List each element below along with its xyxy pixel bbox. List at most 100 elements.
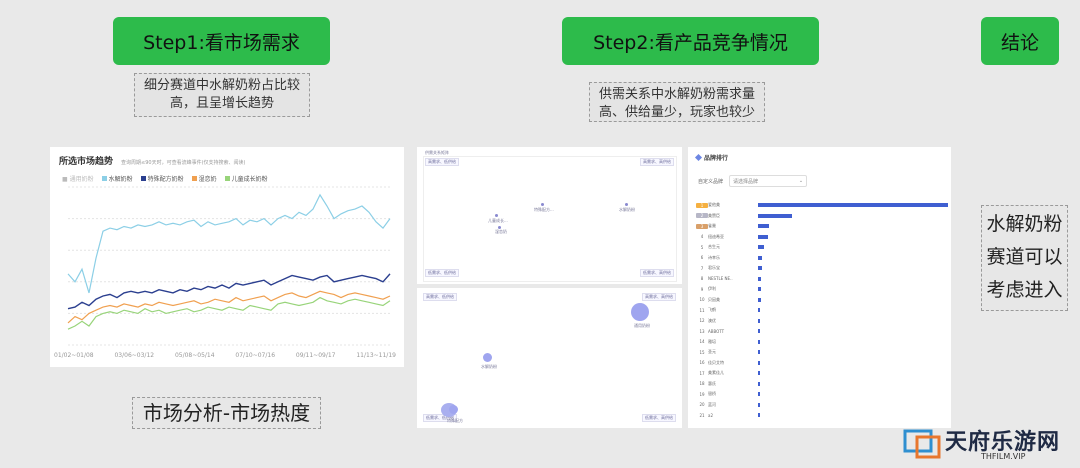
brand-name: 美素佳儿 [708, 370, 724, 375]
brand-row: 20 蓝河 [696, 401, 760, 409]
brand-bar [758, 287, 761, 291]
supply-point-2 [625, 203, 628, 206]
brand-rank: 9 [700, 286, 704, 292]
brand-row: 15 圣元 [696, 348, 760, 356]
bubble-tag-3: 低需求、高供给 [642, 414, 676, 422]
bubble-label-2: 特殊配方 [447, 418, 463, 423]
brand-name: 圣元 [708, 349, 716, 354]
brand-bar [758, 224, 770, 228]
brand-row: 6 诗幸乐 [696, 254, 762, 262]
brand-bar [758, 245, 764, 249]
brand-bar [758, 392, 760, 396]
brand-bar [758, 266, 762, 270]
step1-note-line2: 高，且呈增长趋势 [169, 96, 274, 111]
brand-rank: 15 [699, 349, 705, 355]
brand-name: 雅培 [708, 338, 716, 344]
brand-rank: 19 [699, 391, 705, 397]
market-caption: 市场分析-市场热度 [132, 397, 321, 429]
brand-bar [758, 329, 760, 333]
brand-bar [758, 339, 760, 344]
diamond-icon [694, 153, 703, 162]
brand-rank: 5 [700, 244, 704, 250]
brand-name: 雀巢 [708, 223, 716, 228]
brand-bar [758, 234, 768, 239]
brand-bar [758, 381, 760, 386]
supply-tag-2: 低需求、低供给 [425, 269, 459, 277]
brand-row: 19 银桥 [696, 390, 760, 398]
brand-rank: 17 [699, 370, 705, 376]
watermark: 天府乐游网 THFILM.VIP [903, 422, 1073, 464]
conclusion-line3: 考虑进入 [986, 279, 1063, 301]
step2-tag: Step2:看产品竞争情况 [562, 17, 819, 65]
brand-rank: 2 [696, 213, 708, 218]
brand-row: 18 惠氏 [696, 380, 760, 388]
brand-row: 14 雅培 [696, 338, 760, 346]
brand-row: 13 ABBOTT [696, 327, 760, 335]
brand-name: ABBOTT [708, 328, 725, 334]
brand-bar [758, 350, 760, 354]
step2-note-line1: 供需关系中水解奶粉需求量 [598, 87, 755, 102]
brand-name: 爱他美 [708, 202, 720, 207]
bubble-label-0: 通用奶粉 [634, 323, 650, 328]
step2-note-line2: 高、供给量少，玩家也较少 [598, 105, 755, 120]
supply-label-2: 水解奶粉 [619, 207, 635, 212]
bubble-tag-0: 高需求、低供给 [423, 293, 457, 301]
bubble-panel: 高需求、低供给 高需求、高供给 低需求、低供给 低需求、高供给 通用奶粉 水解奶… [417, 288, 682, 428]
supply-label-1: 特殊配方... [534, 207, 554, 212]
brand-select[interactable]: 请选择品牌 ⌄ [729, 175, 808, 187]
brand-list: 1 爱他美 2 美赞臣 3 雀巢 4 纽迪希亚 5 合生元 6 诗幸乐 7 君乐宝 8 NESTLE NE..… [688, 201, 951, 426]
bubble-1 [483, 353, 492, 362]
conclusion-note: 水解奶粉 赛道可以 考虑进入 [981, 205, 1068, 311]
conclusion-line2: 赛道可以 [986, 246, 1063, 268]
step1-note: 细分赛道中水解奶粉占比较 高，且呈增长趋势 [134, 73, 310, 117]
brand-name: 佳贝艾特 [708, 359, 724, 365]
brand-rank: 1 [696, 202, 708, 208]
supply-tag-0: 高需求、低供给 [425, 158, 459, 166]
brand-rank: 10 [699, 297, 705, 302]
supply-frame [423, 156, 677, 282]
brand-row: 9 伊利 [696, 285, 761, 293]
brand-rank: 4 [700, 234, 704, 239]
brand-name: 飞鹤 [708, 307, 716, 312]
brand-name: 美赞臣 [708, 212, 720, 218]
brand-name: a2 [708, 412, 713, 418]
logo-icon [903, 429, 941, 459]
trend-panel: 所选市场趋势 查询周期≤90天时，可查看流峰事件(仅支持搜索、阅读) ■ 通用奶… [50, 147, 404, 367]
brand-bar [758, 371, 760, 375]
trend-chart [67, 186, 391, 346]
brand-name: 纽迪希亚 [708, 233, 724, 239]
bubble-0 [631, 303, 649, 321]
bubble-label-1: 水解奶粉 [481, 364, 497, 369]
brand-rank: 21 [699, 412, 705, 418]
brand-name: 贝因美 [708, 296, 720, 302]
brand-row: 3 雀巢 [696, 222, 770, 230]
brand-row: 12 澳优 [696, 317, 761, 325]
brand-row: 11 飞鹤 [696, 306, 761, 314]
brand-filter-label: 自定义品牌 [698, 178, 724, 185]
brand-name: 诗幸乐 [708, 254, 720, 260]
brand-name: NESTLE NE.. [708, 276, 733, 281]
brand-select-value: 请选择品牌 [733, 178, 759, 185]
brand-bar [758, 213, 793, 218]
brand-name: 蓝河 [708, 401, 716, 407]
step2-note: 供需关系中水解奶粉需求量 高、供给量少，玩家也较少 [589, 82, 765, 122]
brand-row: 5 合生元 [696, 243, 764, 251]
x-label-5: 11/13~11/19 [356, 352, 396, 359]
watermark-url: THFILM.VIP [981, 452, 1026, 461]
brand-bar [758, 297, 761, 302]
brand-bar [758, 308, 761, 312]
brand-rank: 13 [699, 328, 705, 334]
supply-tag-1: 高需求、高供给 [640, 158, 674, 166]
brand-name: 合生元 [708, 244, 720, 249]
supply-tag-3: 低需求、高供给 [640, 269, 674, 277]
x-label-2: 05/08~05/14 [174, 352, 215, 359]
brand-name: 伊利 [708, 286, 716, 291]
supply-point-0 [495, 214, 498, 217]
step1-tag: Step1:看市场需求 [113, 17, 330, 65]
brand-row: 21 a2 [696, 411, 760, 419]
brand-rank: 6 [700, 255, 704, 260]
brand-bar [758, 402, 760, 407]
brand-rank: 7 [700, 265, 704, 271]
brand-row: 7 君乐宝 [696, 264, 762, 272]
brand-ranking-panel: 品牌排行 自定义品牌 请选择品牌 ⌄ 1 爱他美 2 美赞臣 3 雀巢 4 纽迪希亚 5 合生元 6… [688, 147, 951, 428]
